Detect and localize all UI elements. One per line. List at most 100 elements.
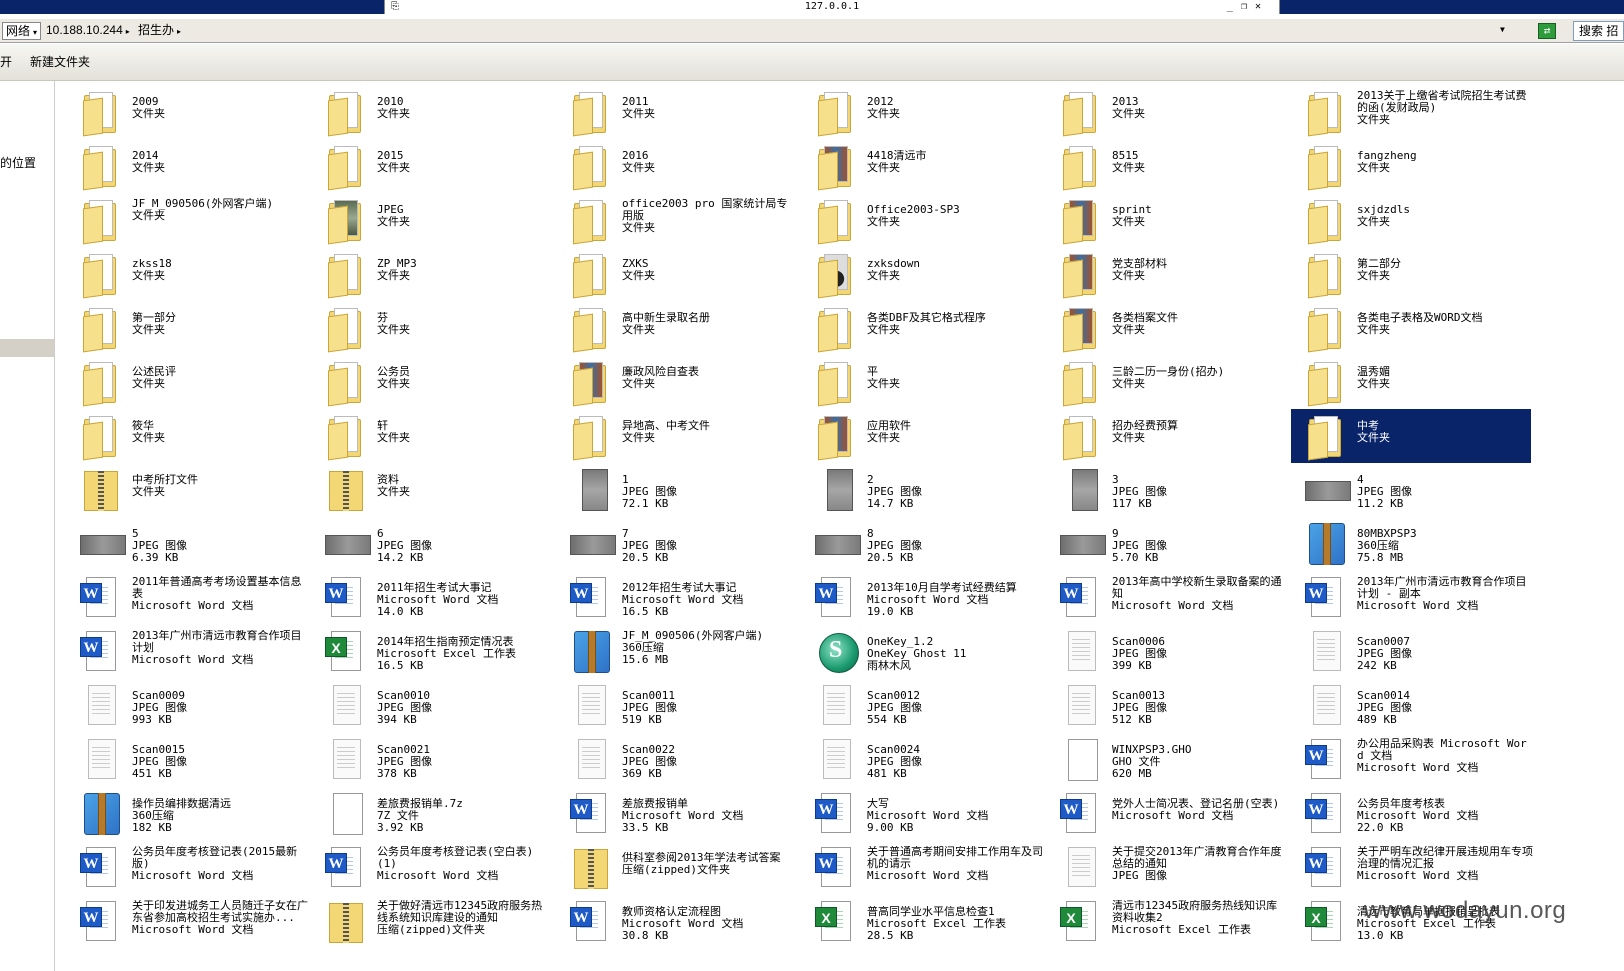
file-item[interactable]: sprint 文件夹 <box>1046 193 1286 247</box>
file-item[interactable]: Scan0022 JPEG 图像 369 KB <box>556 733 796 787</box>
file-item[interactable]: W 2011年普通高考考场设置基本信息表 Microsoft Word 文档 <box>66 571 306 625</box>
file-item[interactable]: S OneKey_1.2 OneKey Ghost 11 雨林木风 <box>801 625 1041 679</box>
file-item[interactable]: zkss18 文件夹 <box>66 247 306 301</box>
file-item[interactable]: Scan0013 JPEG 图像 512 KB <box>1046 679 1286 733</box>
file-item[interactable]: 各类档案文件 文件夹 <box>1046 301 1286 355</box>
file-item[interactable]: ZP_MP3 文件夹 <box>311 247 551 301</box>
file-item[interactable]: W 大写 Microsoft Word 文档 9.00 KB <box>801 787 1041 841</box>
maximize-button[interactable]: ❐ <box>1241 0 1247 14</box>
file-item[interactable]: 资料 文件夹 <box>311 463 551 517</box>
new-folder-button[interactable]: 新建文件夹 <box>30 55 90 70</box>
file-item[interactable]: 3 JPEG 图像 117 KB <box>1046 463 1286 517</box>
file-item[interactable]: 各类DBF及其它格式程序 文件夹 <box>801 301 1041 355</box>
file-item[interactable]: 第一部分 文件夹 <box>66 301 306 355</box>
breadcrumb-host[interactable]: 10.188.10.244 ▸ <box>43 22 133 40</box>
file-item[interactable]: office2003 pro 国家统计局专用版 文件夹 <box>556 193 796 247</box>
file-item[interactable]: 2009 文件夹 <box>66 85 306 139</box>
file-item[interactable]: W 2013年广州市清远市教育合作项目计划 - 副本 Microsoft Word … <box>1291 571 1531 625</box>
file-item[interactable]: WINXPSP3.GHO GHO 文件 620 MB <box>1046 733 1286 787</box>
close-button[interactable]: ✕ <box>1255 0 1261 14</box>
file-item[interactable]: 关于做好清远市12345政府服务热线系统知识库建设的通知 压缩(zipped)文件… <box>311 895 551 949</box>
file-item[interactable]: 2013 文件夹 <box>1046 85 1286 139</box>
file-item[interactable]: sxjdzdls 文件夹 <box>1291 193 1531 247</box>
file-item[interactable]: W 公务员年度考核表 Microsoft Word 文档 22.0 KB <box>1291 787 1531 841</box>
file-item[interactable]: W 2013年高中学校新生录取备案的通知 Microsoft Word 文档 <box>1046 571 1286 625</box>
file-item[interactable]: W 教师资格认定流程图 Microsoft Word 文档 30.8 KB <box>556 895 796 949</box>
file-item[interactable]: W 关于普通高考期间安排工作用车及司机的请示 Microsoft Word 文档 <box>801 841 1043 895</box>
file-item[interactable]: W 2012年招生考试大事记 Microsoft Word 文档 16.5 KB <box>556 571 796 625</box>
file-item[interactable]: 高中新生录取名册 文件夹 <box>556 301 796 355</box>
search-input[interactable]: 搜索 招 <box>1573 21 1624 41</box>
file-item[interactable]: 轩文件夹 <box>311 409 551 463</box>
file-item[interactable]: 中考 文件夹 <box>1291 409 1531 463</box>
file-item[interactable]: 6 JPEG 图像 14.2 KB <box>311 517 551 571</box>
file-item[interactable]: 廉政风险自查表 文件夹 <box>556 355 796 409</box>
file-item[interactable]: W 党外人士简况表、登记名册(空表) Microsoft Word 文档 <box>1046 787 1286 841</box>
sidebar-divider[interactable] <box>0 339 54 357</box>
file-item[interactable]: 80MBXPSP3 360压缩 75.8 MB <box>1291 517 1531 571</box>
file-item[interactable]: 党支部材料 文件夹 <box>1046 247 1286 301</box>
file-item[interactable]: Scan0021 JPEG 图像 378 KB <box>311 733 551 787</box>
sidebar-item-locations[interactable]: 的位置 <box>0 154 36 171</box>
file-item[interactable]: 5 JPEG 图像 6.39 KB <box>66 517 306 571</box>
open-button[interactable]: 开 <box>0 55 12 70</box>
file-item[interactable]: Scan0010 JPEG 图像 394 KB <box>311 679 551 733</box>
file-item[interactable]: Office2003-SP3 文件夹 <box>801 193 1041 247</box>
file-item[interactable]: 第二部分 文件夹 <box>1291 247 1531 301</box>
breadcrumb-folder[interactable]: 招生办 ▸ <box>135 22 184 40</box>
file-item[interactable]: zxksdown 文件夹 <box>801 247 1041 301</box>
file-item[interactable]: W 公务员年度考核登记表(2015最新版) Microsoft Word 文档 <box>66 841 306 895</box>
file-item[interactable]: 7 JPEG 图像 20.5 KB <box>556 517 796 571</box>
file-item[interactable]: JF_M_090506(外网客户端) 360压缩 15.6 MB <box>556 625 796 679</box>
file-item[interactable]: 8 JPEG 图像 20.5 KB <box>801 517 1041 571</box>
file-item[interactable]: W 办公用品采购表 Microsoft Word 文档 Microsoft Word… <box>1291 733 1531 787</box>
file-item[interactable]: 招办经费预算 文件夹 <box>1046 409 1286 463</box>
file-item[interactable]: Scan0011 JPEG 图像 519 KB <box>556 679 796 733</box>
breadcrumb-network[interactable]: 网络 ▾ <box>2 22 42 40</box>
file-item[interactable]: 操作员编排数据清远 360压缩 182 KB <box>66 787 306 841</box>
minimize-button[interactable]: _ <box>1227 0 1233 14</box>
file-item[interactable]: 应用软件 文件夹 <box>801 409 1041 463</box>
file-item[interactable]: Scan0012 JPEG 图像 554 KB <box>801 679 1041 733</box>
file-item[interactable]: fangzheng 文件夹 <box>1291 139 1531 193</box>
file-item[interactable]: W 关于严明车改纪律开展违规用车专项治理的情况汇报 Microsoft Word 文… <box>1291 841 1533 895</box>
file-item[interactable]: W 2013年10月自学考试经费结算 Microsoft Word 文档 19.0 K… <box>801 571 1041 625</box>
file-item[interactable]: 4418清远市 文件夹 <box>801 139 1041 193</box>
file-item[interactable]: W 公务员年度考核登记表(空白表)(1) Microsoft Word 文档 <box>311 841 551 895</box>
file-item[interactable]: W 关于印发进城务工人员随迁子女在广东省参加高校招生考试实施办... Microso… <box>66 895 308 949</box>
file-item[interactable]: 中考所打文件 文件夹 <box>66 463 306 517</box>
file-item[interactable]: Scan0006 JPEG 图像 399 KB <box>1046 625 1286 679</box>
file-item[interactable]: Scan0024 JPEG 图像 481 KB <box>801 733 1041 787</box>
file-item[interactable]: Scan0007 JPEG 图像 242 KB <box>1291 625 1531 679</box>
file-item[interactable]: 2012 文件夹 <box>801 85 1041 139</box>
file-item[interactable]: 供科室参阅2013年学法考试答案 压缩(zipped)文件夹 <box>556 841 796 895</box>
file-item[interactable]: 2013关于上缴省考试院招生考试费的函(发财政局) 文件夹 <box>1291 85 1531 139</box>
file-item[interactable]: JPEG 文件夹 <box>311 193 551 247</box>
file-item[interactable]: W 差旅费报销单 Microsoft Word 文档 33.5 KB <box>556 787 796 841</box>
file-item[interactable]: 三龄二历一身份(招办) 文件夹 <box>1046 355 1286 409</box>
file-item[interactable]: ZXKS 文件夹 <box>556 247 796 301</box>
file-item[interactable]: 各类电子表格及WORD文档 文件夹 <box>1291 301 1531 355</box>
file-item[interactable]: 温秀媚 文件夹 <box>1291 355 1531 409</box>
file-item[interactable]: Scan0009 JPEG 图像 993 KB <box>66 679 306 733</box>
refresh-icon[interactable]: ⇄ <box>1538 23 1556 39</box>
file-item[interactable]: X 清远市12345政府服务热线知识库资料收集2 Microsoft Excel 工… <box>1046 895 1286 949</box>
address-dropdown-icon[interactable]: ▼ <box>1500 25 1505 34</box>
file-item[interactable]: 4 JPEG 图像 11.2 KB <box>1291 463 1531 517</box>
file-item[interactable]: 2014 文件夹 <box>66 139 306 193</box>
file-item[interactable]: 2011 文件夹 <box>556 85 796 139</box>
file-item[interactable]: 平文件夹 <box>801 355 1041 409</box>
file-item[interactable]: 公务员 文件夹 <box>311 355 551 409</box>
file-item[interactable]: Scan0014 JPEG 图像 489 KB <box>1291 679 1531 733</box>
file-item[interactable]: 2010 文件夹 <box>311 85 551 139</box>
file-item[interactable]: 公述民评 文件夹 <box>66 355 306 409</box>
file-item[interactable]: 筱华 文件夹 <box>66 409 306 463</box>
file-item[interactable]: W 2013年广州市清远市教育合作项目计划 Microsoft Word 文档 <box>66 625 306 679</box>
file-item[interactable]: JF_M_090506(外网客户端) 文件夹 <box>66 193 306 247</box>
file-item[interactable]: 异地高、中考文件 文件夹 <box>556 409 796 463</box>
file-item[interactable]: 2016 文件夹 <box>556 139 796 193</box>
file-item[interactable]: X 2014年招生指南预定情况表 Microsoft Excel 工作表 16.5 K… <box>311 625 551 679</box>
file-item[interactable]: 9 JPEG 图像 5.70 KB <box>1046 517 1286 571</box>
file-item[interactable]: X 普高同学业水平信息检查1 Microsoft Excel 工作表 28.5 KB <box>801 895 1041 949</box>
file-item[interactable]: 8515 文件夹 <box>1046 139 1286 193</box>
